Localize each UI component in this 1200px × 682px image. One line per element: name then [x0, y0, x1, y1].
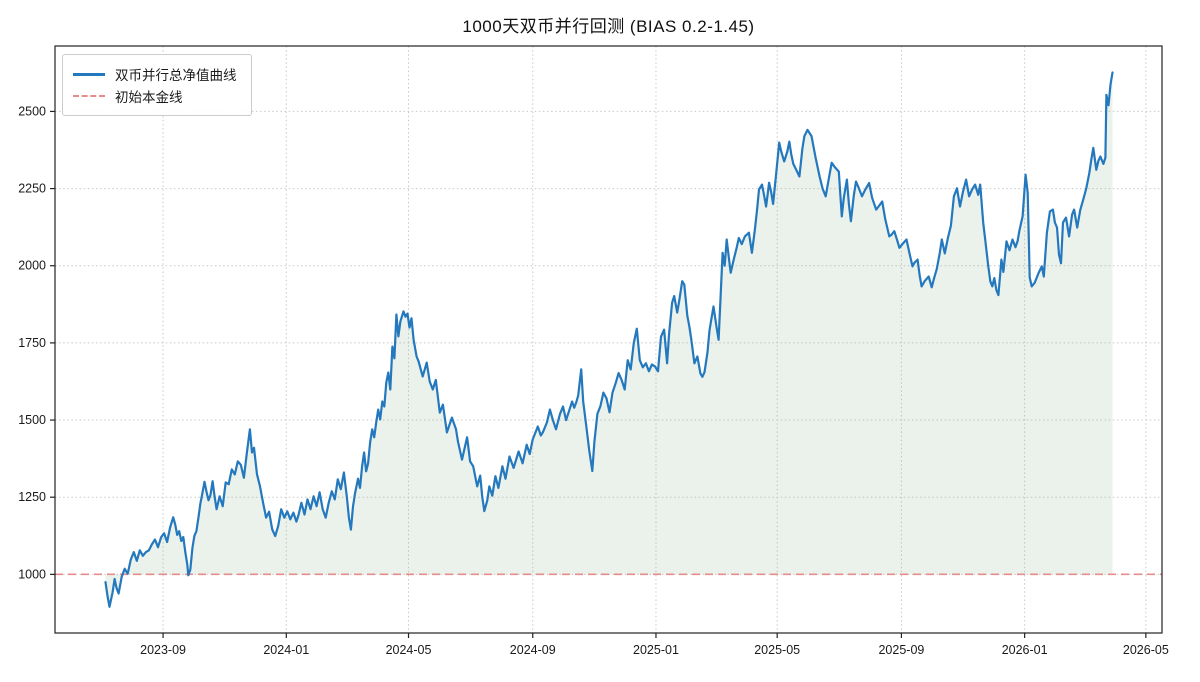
y-tick-label-1500: 1500	[18, 413, 46, 427]
y-tick-label-2250: 2250	[18, 182, 46, 196]
x-tick-label-2025-05: 2025-05	[754, 643, 800, 657]
y-tick-label-1250: 1250	[18, 490, 46, 504]
x-tick-label-2025-01: 2025-01	[633, 643, 679, 657]
legend-item-principal-line: 初始本金线	[73, 85, 237, 107]
legend-label-nav-curve: 双币并行总净值曲线	[115, 68, 237, 83]
y-tick-label-1000: 1000	[18, 567, 46, 581]
legend-line-solid-sample	[73, 72, 105, 76]
chart-figure: 1000天双币并行回测 (BIAS 0.2-1.45) 2023-09 2024-…	[0, 0, 1200, 682]
x-tick-label-2024-01: 2024-01	[263, 643, 309, 657]
y-tick-label-2500: 2500	[18, 104, 46, 118]
x-tick-label-2026-01: 2026-01	[1002, 643, 1048, 657]
legend-line-dashed-sample	[73, 95, 105, 97]
x-tick-label-2024-09: 2024-09	[510, 643, 556, 657]
legend-box: 双币并行总净值曲线 初始本金线	[62, 54, 252, 116]
y-tick-label-1750: 1750	[18, 336, 46, 350]
legend-label-principal: 初始本金线	[115, 90, 183, 105]
x-tick-label-2025-09: 2025-09	[878, 643, 924, 657]
x-tick-label-2026-05: 2026-05	[1123, 643, 1169, 657]
x-tick-label-2023-09: 2023-09	[140, 643, 186, 657]
area-fill	[105, 72, 1113, 607]
legend-item-nav-curve: 双币并行总净值曲线	[73, 63, 237, 85]
x-tick-label-2024-05: 2024-05	[386, 643, 432, 657]
y-tick-label-2000: 2000	[18, 259, 46, 273]
